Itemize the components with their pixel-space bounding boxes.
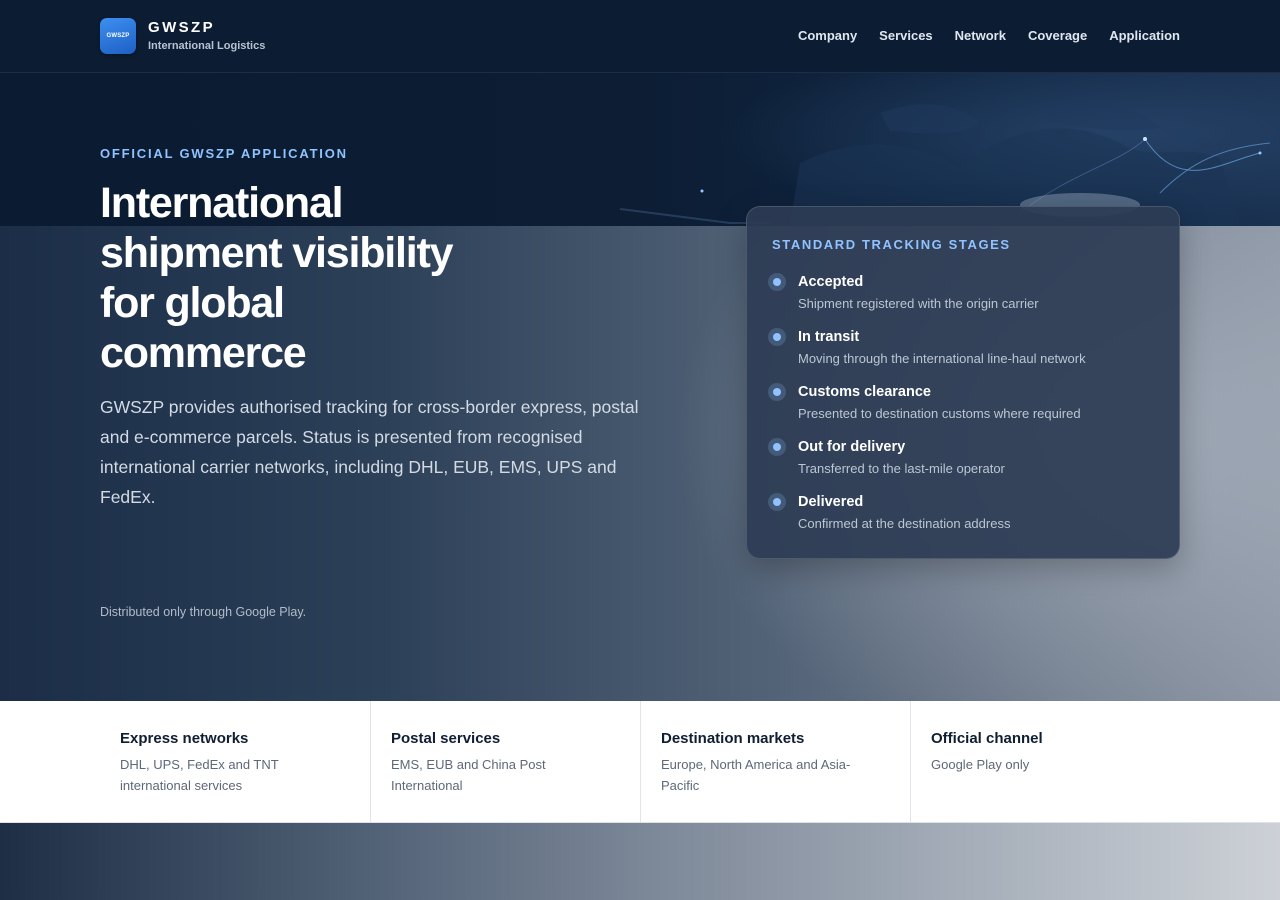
brand-subtitle: International Logistics [148,40,266,52]
feature-postal-services: Postal services EMS, EUB and China Post … [371,701,641,822]
stage-name: Out for delivery [798,439,906,455]
features-strip: Express networks DHL, UPS, FedEx and TNT… [0,701,1280,823]
stage-dot-icon [768,493,786,511]
feature-official-channel: Official channel Google Play only [911,701,1180,822]
feature-description: Google Play only [931,757,1030,772]
nav-link-services[interactable]: Services [879,28,933,44]
nav-link-company[interactable]: Company [798,28,857,44]
feature-title: Official channel [931,730,1043,747]
bottom-gradient-band [0,823,1280,900]
brand-name: GWSZP [148,19,215,36]
hero-section: OFFICIAL GWSZP APPLICATION International… [0,73,1280,701]
stage-dot-icon [768,273,786,291]
hero-description: GWSZP provides authorised tracking for c… [100,397,639,507]
feature-express-networks: Express networks DHL, UPS, FedEx and TNT… [100,701,371,822]
main-nav: Company Services Network Coverage Applic… [776,28,1180,44]
nav-link-application[interactable]: Application [1109,28,1180,44]
stage-description: Confirmed at the destination address [798,516,1011,531]
hero-eyebrow: OFFICIAL GWSZP APPLICATION [100,146,348,161]
feature-destination-markets: Destination markets Europe, North Americ… [641,701,911,822]
site-header: GWSZP GWSZP International Logistics Comp… [0,0,1280,73]
feature-description: DHL, UPS, FedEx and TNT international se… [120,757,279,793]
feature-description: Europe, North America and Asia-Pacific [661,757,851,793]
nav-link-network[interactable]: Network [955,28,1006,44]
tracking-card-title: STANDARD TRACKING STAGES [772,237,1011,252]
stage-dot-icon [768,328,786,346]
hero-title: International shipment visibility for gl… [100,179,454,377]
brand[interactable]: GWSZP GWSZP International Logistics [100,18,265,54]
feature-title: Destination markets [661,730,805,747]
world-map-decoration [620,73,1280,226]
stage-dot-icon [768,383,786,401]
nav-link-coverage[interactable]: Coverage [1028,28,1087,44]
stage-name: Delivered [798,494,864,510]
tracking-stages-card: STANDARD TRACKING STAGES Accepted Shipme… [746,206,1180,559]
feature-title: Postal services [391,730,501,747]
stage-description: Transferred to the last-mile operator [798,461,1005,476]
stage-name: In transit [798,329,860,345]
stage-description: Moving through the international line-ha… [798,351,1086,366]
stage-name: Accepted [798,274,864,290]
feature-title: Express networks [120,730,249,747]
brand-text: GWSZP International Logistics [148,19,265,53]
stage-description: Presented to destination customs where r… [798,406,1081,421]
distribution-note: Distributed only through Google Play. [100,605,307,619]
stage-description: Shipment registered with the origin carr… [798,296,1039,311]
stage-dot-icon [768,438,786,456]
stage-name: Customs clearance [798,384,931,400]
feature-description: EMS, EUB and China Post International [391,757,546,793]
brand-logo: GWSZP [100,18,136,54]
